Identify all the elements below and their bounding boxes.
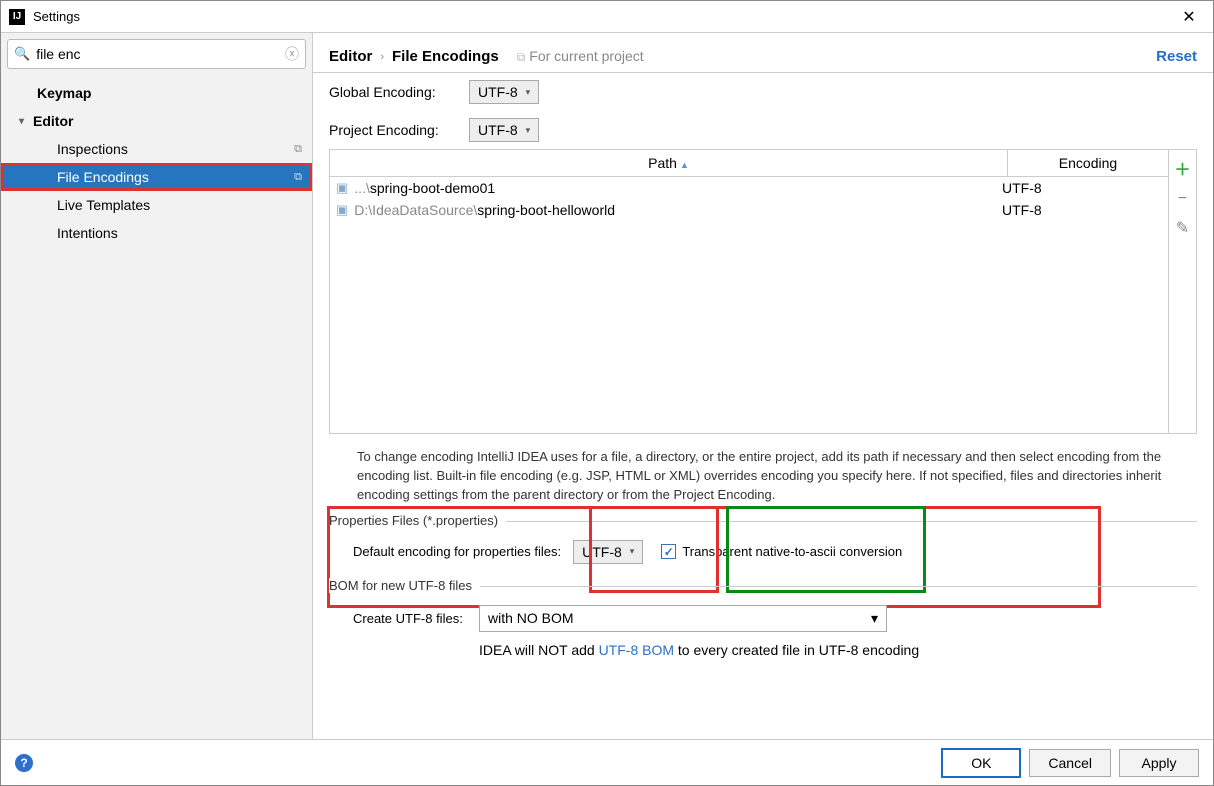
- sidebar-item-label: Keymap: [37, 85, 91, 101]
- chevron-right-icon: ›: [380, 51, 384, 63]
- default-properties-encoding-label: Default encoding for properties files:: [353, 544, 561, 559]
- column-header-path[interactable]: Path▲: [330, 150, 1008, 176]
- sidebar-item-editor[interactable]: ▾ Editor: [1, 107, 312, 135]
- add-button[interactable]: ＋: [1174, 156, 1190, 180]
- sidebar: 🔍 ⓧ Keymap ▾ Editor Inspections ⧉ File E…: [1, 33, 313, 739]
- select-value: UTF-8: [478, 84, 518, 100]
- check-icon: ✓: [664, 545, 674, 559]
- breadcrumb: Editor › File Encodings ⧉For current pro…: [313, 41, 1213, 73]
- path-name: spring-boot-helloworld: [477, 202, 615, 218]
- create-utf8-label: Create UTF-8 files:: [353, 611, 479, 626]
- utf8-bom-link[interactable]: UTF-8 BOM: [599, 642, 674, 658]
- content-panel: Editor › File Encodings ⧉For current pro…: [313, 33, 1213, 739]
- project-encoding-select[interactable]: UTF-8 ▾: [469, 118, 539, 142]
- project-scope-icon: ⧉: [294, 143, 302, 156]
- path-prefix: ...\: [354, 180, 370, 196]
- sidebar-item-label: File Encodings: [57, 169, 149, 185]
- encoding-table: Path▲ Encoding ▣ ...\spring-boot-demo01 U…: [329, 149, 1197, 434]
- edit-button[interactable]: ✎: [1176, 218, 1189, 238]
- search-input-wrapper[interactable]: 🔍 ⓧ: [7, 39, 306, 69]
- sidebar-item-file-encodings[interactable]: File Encodings ⧉: [1, 163, 312, 191]
- select-value: with NO BOM: [488, 610, 871, 626]
- sidebar-item-inspections[interactable]: Inspections ⧉: [1, 135, 312, 163]
- transparent-ascii-checkbox[interactable]: ✓: [661, 544, 676, 559]
- apply-button[interactable]: Apply: [1119, 749, 1199, 777]
- global-encoding-label: Global Encoding:: [329, 84, 469, 100]
- folder-icon: ▣: [336, 180, 348, 196]
- clear-search-icon[interactable]: ⓧ: [285, 44, 299, 64]
- help-text: To change encoding IntelliJ IDEA uses fo…: [329, 434, 1197, 513]
- default-properties-encoding-select[interactable]: UTF-8 ▾: [573, 540, 643, 564]
- sidebar-item-label: Inspections: [57, 141, 128, 157]
- select-value: UTF-8: [582, 544, 622, 560]
- sidebar-item-label: Editor: [33, 113, 73, 129]
- fieldset-legend: BOM for new UTF-8 files: [329, 578, 480, 593]
- ok-button[interactable]: OK: [941, 748, 1021, 778]
- app-icon: IJ: [9, 9, 25, 25]
- project-encoding-label: Project Encoding:: [329, 122, 469, 138]
- fieldset-legend: Properties Files (*.properties): [329, 513, 506, 528]
- sidebar-item-intentions[interactable]: Intentions: [1, 219, 312, 247]
- table-toolbar: ＋ − ✎: [1168, 150, 1196, 433]
- header-label: Path: [648, 155, 677, 171]
- settings-tree: Keymap ▾ Editor Inspections ⧉ File Encod…: [1, 75, 312, 247]
- create-utf8-select[interactable]: with NO BOM ▾: [479, 605, 887, 632]
- chevron-down-icon: ▾: [526, 125, 531, 136]
- table-row[interactable]: ▣ ...\spring-boot-demo01 UTF-8: [330, 177, 1168, 199]
- dialog-footer: ? OK Cancel Apply: [1, 739, 1213, 785]
- bom-note: IDEA will NOT add UTF-8 BOM to every cre…: [329, 636, 1197, 658]
- chevron-down-icon: ▾: [871, 610, 878, 627]
- select-value: UTF-8: [478, 122, 518, 138]
- chevron-down-icon: ▾: [19, 116, 33, 127]
- help-icon[interactable]: ?: [15, 754, 33, 772]
- chevron-down-icon: ▾: [630, 546, 635, 557]
- global-encoding-select[interactable]: UTF-8 ▾: [469, 80, 539, 104]
- breadcrumb-context: ⧉For current project: [517, 48, 644, 65]
- project-scope-icon: ⧉: [517, 50, 526, 64]
- path-prefix: D:\IdeaDataSource\: [354, 202, 477, 218]
- row-encoding[interactable]: UTF-8: [1002, 180, 1162, 196]
- column-header-encoding[interactable]: Encoding: [1008, 150, 1168, 176]
- cancel-button[interactable]: Cancel: [1029, 749, 1111, 777]
- sidebar-item-label: Intentions: [57, 225, 118, 241]
- table-row[interactable]: ▣ D:\IdeaDataSource\spring-boot-helloworl…: [330, 199, 1168, 221]
- project-scope-icon: ⧉: [294, 171, 302, 184]
- note-text: IDEA will NOT add: [479, 642, 599, 658]
- properties-fieldset: Properties Files (*.properties) Default …: [329, 521, 1197, 578]
- sort-asc-icon: ▲: [680, 160, 689, 170]
- sidebar-item-live-templates[interactable]: Live Templates: [1, 191, 312, 219]
- transparent-ascii-label: Transparent native-to-ascii conversion: [682, 544, 902, 559]
- note-text: to every created file in UTF-8 encoding: [674, 642, 919, 658]
- chevron-down-icon: ▾: [526, 87, 531, 98]
- path-name: spring-boot-demo01: [370, 180, 495, 196]
- context-label: For current project: [529, 48, 643, 64]
- remove-button[interactable]: −: [1178, 190, 1187, 208]
- search-icon: 🔍: [14, 46, 30, 62]
- sidebar-item-label: Live Templates: [57, 197, 150, 213]
- close-icon[interactable]: ✕: [1173, 7, 1205, 27]
- window-title: Settings: [33, 9, 1173, 24]
- search-input[interactable]: [36, 46, 285, 62]
- titlebar: IJ Settings ✕: [1, 1, 1213, 33]
- folder-icon: ▣: [336, 202, 348, 218]
- breadcrumb-parent[interactable]: Editor: [329, 48, 372, 65]
- bom-fieldset: BOM for new UTF-8 files Create UTF-8 fil…: [329, 586, 1197, 668]
- row-encoding[interactable]: UTF-8: [1002, 202, 1162, 218]
- breadcrumb-current: File Encodings: [392, 48, 499, 65]
- reset-link[interactable]: Reset: [1156, 48, 1197, 65]
- sidebar-item-keymap[interactable]: Keymap: [1, 79, 312, 107]
